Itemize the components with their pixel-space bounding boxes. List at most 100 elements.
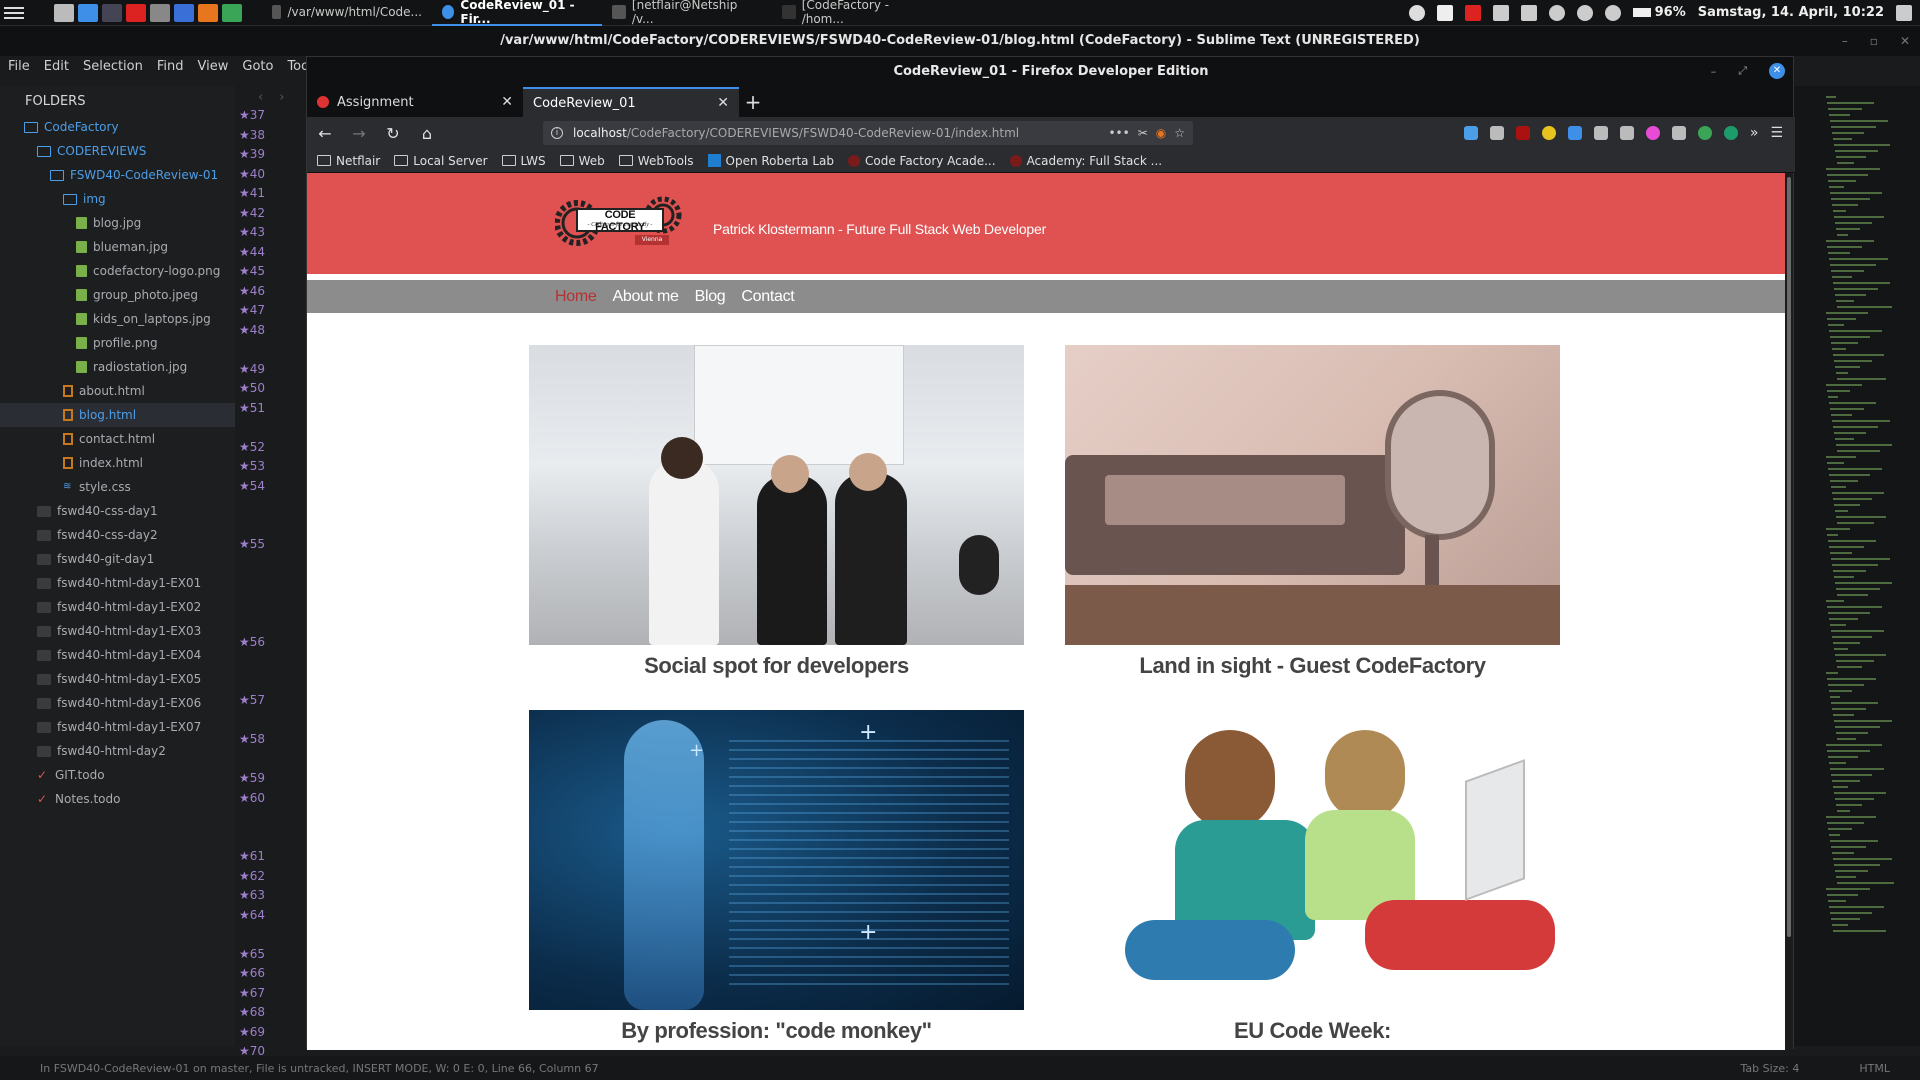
sidebar-item-css[interactable]: ≋ style.css <box>0 475 235 499</box>
wifi-icon[interactable] <box>1548 4 1565 21</box>
pdf-icon[interactable] <box>1464 4 1481 21</box>
menu-edit[interactable]: Edit <box>44 59 69 74</box>
hamburger-menu-icon[interactable]: ☰ <box>1770 125 1783 141</box>
new-tab-button[interactable]: + <box>739 87 767 117</box>
extension-icon[interactable] <box>1723 126 1738 140</box>
task-terminal[interactable]: [netflair@Netship /v... <box>602 0 772 26</box>
maximize-icon[interactable]: ▫ <box>1870 34 1878 48</box>
extension-icon[interactable] <box>1697 126 1712 140</box>
sidebar-item-folder[interactable]: fswd40-css-day2 <box>0 523 235 547</box>
bookmark-item[interactable]: WebTools <box>618 154 694 168</box>
tab-assignment[interactable]: Assignment ✕ <box>307 87 523 117</box>
task-terminal-2[interactable]: [CodeFactory - /hom... <box>772 0 942 26</box>
sidebar-item-folder[interactable]: fswd40-git-day1 <box>0 547 235 571</box>
display-icon[interactable] <box>1896 4 1912 21</box>
vue-devtools-icon[interactable] <box>1671 126 1686 140</box>
sidebar-item-folder[interactable]: fswd40-html-day2 <box>0 739 235 763</box>
extension-icon[interactable] <box>1567 126 1582 140</box>
sidebar-item-folder-open[interactable]: img <box>0 187 235 211</box>
sidebar-item-todo[interactable]: ✓ GIT.todo <box>0 763 235 787</box>
close-icon[interactable]: ✕ <box>1769 63 1785 79</box>
tab-size-indicator[interactable]: Tab Size: 4 <box>1740 1062 1799 1075</box>
syntax-indicator[interactable]: HTML <box>1859 1062 1890 1075</box>
site-info-icon[interactable]: i <box>551 127 563 139</box>
sidebar-item-folder[interactable]: fswd40-css-day1 <box>0 499 235 523</box>
editor-launcher-icon[interactable] <box>102 3 122 22</box>
page-actions-icon[interactable]: ••• <box>1108 126 1129 140</box>
tab-close-icon[interactable]: ✕ <box>501 94 513 110</box>
sidebar-item-image[interactable]: kids_on_laptops.jpg <box>0 307 235 331</box>
sidebar-item-folder-open[interactable]: FSWD40-CodeReview-01 <box>0 163 235 187</box>
sidebar-icon[interactable] <box>1593 126 1608 140</box>
bookmark-item[interactable]: Open Roberta Lab <box>707 154 834 168</box>
site-nav-about-me[interactable]: About me <box>612 288 678 306</box>
sidebar-item-image[interactable]: codefactory-logo.png <box>0 259 235 283</box>
minimize-icon[interactable]: – <box>1842 34 1848 48</box>
sidebar-item-image[interactable]: profile.png <box>0 331 235 355</box>
menu-selection[interactable]: Selection <box>83 59 143 74</box>
sidebar-item-folder[interactable]: fswd40-html-day1-EX02 <box>0 595 235 619</box>
sidebar-item-folder[interactable]: fswd40-html-day1-EX03 <box>0 619 235 643</box>
sidebar-item-todo[interactable]: ✓ Notes.todo <box>0 787 235 811</box>
sidebar-item-html[interactable]: about.html <box>0 379 235 403</box>
app-launcher-icon[interactable] <box>150 3 170 22</box>
chrome-launcher-icon[interactable] <box>222 3 242 22</box>
scrollbar-thumb[interactable] <box>1787 177 1791 937</box>
sidebar-item-image[interactable]: radiostation.jpg <box>0 355 235 379</box>
minimize-icon[interactable]: – <box>1711 65 1717 78</box>
forward-icon[interactable]: → <box>351 124 367 143</box>
sidebar-item-folder[interactable]: fswd40-html-day1-EX01 <box>0 571 235 595</box>
site-nav-home[interactable]: Home <box>555 288 597 306</box>
task-sublime[interactable]: /var/www/html/Code... <box>262 0 432 26</box>
firefox-launcher-icon[interactable] <box>198 3 218 22</box>
home-icon[interactable]: ⌂ <box>419 124 435 143</box>
blog-card[interactable]: + + + By profession: "code monkey" <box>529 710 1024 1044</box>
sidebar-item-image[interactable]: blueman.jpg <box>0 235 235 259</box>
site-nav-blog[interactable]: Blog <box>695 288 726 306</box>
sidebar-item-html[interactable]: blog.html <box>0 403 235 427</box>
menu-find[interactable]: Find <box>157 59 184 74</box>
network-tray-icon[interactable] <box>1520 4 1537 21</box>
user-icon[interactable] <box>1604 4 1621 21</box>
blog-card[interactable]: EU Code Week: <box>1065 710 1560 1044</box>
bookmark-item[interactable]: Local Server <box>394 154 488 168</box>
blog-card[interactable]: Land in sight - Guest CodeFactory <box>1065 345 1560 679</box>
close-icon[interactable]: ✕ <box>1900 34 1910 48</box>
chevron-left-icon[interactable]: ‹ <box>258 90 263 105</box>
extension-icon[interactable] <box>1541 126 1556 140</box>
app-menu-icon[interactable] <box>4 4 24 22</box>
minimap[interactable] <box>1790 86 1920 1046</box>
sidebar-item-html[interactable]: contact.html <box>0 427 235 451</box>
reader-icon[interactable] <box>1619 126 1634 140</box>
bookmark-item[interactable]: Netflair <box>317 154 380 168</box>
pen-icon[interactable] <box>1436 4 1453 21</box>
terminal-launcher-icon[interactable] <box>54 3 74 22</box>
filezilla-launcher-icon[interactable] <box>126 3 146 22</box>
menu-goto[interactable]: Goto <box>242 59 273 74</box>
sidebar-item-folder[interactable]: fswd40-html-day1-EX04 <box>0 643 235 667</box>
blog-card[interactable]: Social spot for developers <box>529 345 1024 679</box>
site-nav-contact[interactable]: Contact <box>741 288 794 306</box>
mail-launcher-icon[interactable] <box>174 3 194 22</box>
tab-codereview[interactable]: CodeReview_01 ✕ <box>523 87 739 117</box>
menu-view[interactable]: View <box>198 59 229 74</box>
tor-icon[interactable] <box>1408 4 1425 21</box>
clock[interactable]: Samstag, 14. April, 10:22 <box>1698 5 1884 20</box>
files-launcher-icon[interactable] <box>78 3 98 22</box>
tab-close-icon[interactable]: ✕ <box>717 95 729 111</box>
sidebar-item-image[interactable]: group_photo.jpeg <box>0 283 235 307</box>
page-scrollbar[interactable] <box>1785 173 1793 1050</box>
sidebar-item-html[interactable]: index.html <box>0 451 235 475</box>
sidebar-item-folder-open[interactable]: CODEREVIEWS <box>0 139 235 163</box>
maximize-icon[interactable]: ⤢ <box>1738 64 1747 78</box>
bookmark-item[interactable]: Academy: Full Stack ... <box>1009 154 1162 168</box>
sidebar-item-folder[interactable]: fswd40-html-day1-EX05 <box>0 667 235 691</box>
bookmark-item[interactable]: Code Factory Acade... <box>847 154 996 168</box>
screenshot-icon[interactable]: ✂ <box>1138 126 1148 140</box>
codefactory-logo[interactable]: CODE FACTORY - Coding is for everybody -… <box>554 195 685 251</box>
bookmark-star-icon[interactable]: ☆ <box>1174 126 1185 140</box>
overflow-chevron-icon[interactable]: » <box>1750 125 1759 141</box>
bookmark-item[interactable]: LWS <box>501 154 546 168</box>
sidebar-item-image[interactable]: blog.jpg <box>0 211 235 235</box>
volume-icon[interactable] <box>1576 4 1593 21</box>
